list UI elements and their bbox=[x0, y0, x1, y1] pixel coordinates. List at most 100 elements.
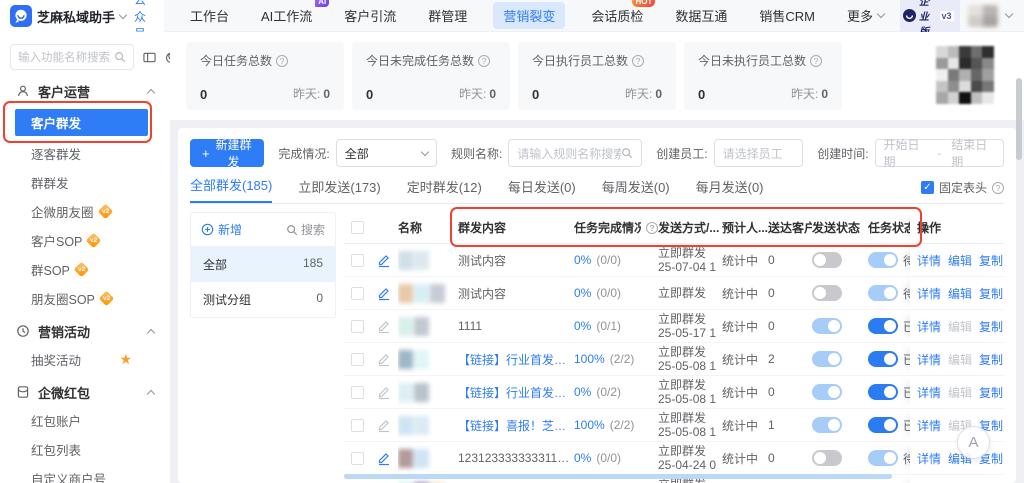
row-checkbox[interactable] bbox=[350, 418, 364, 432]
tab-3[interactable]: 定时群发(12) bbox=[407, 177, 482, 203]
sidebar-item-自定义商户号[interactable]: 自定义商户号 bbox=[15, 466, 148, 483]
edit-pencil-icon[interactable] bbox=[377, 418, 391, 433]
select-all-checkbox[interactable] bbox=[350, 221, 364, 234]
completion-select[interactable]: 全部 bbox=[335, 139, 437, 167]
collapse-chevron-up-icon[interactable] bbox=[146, 389, 156, 398]
action-详情[interactable]: 详情 bbox=[917, 417, 941, 434]
sidebar-item-红包列表[interactable]: 红包列表 bbox=[15, 437, 148, 461]
row-checkbox[interactable] bbox=[350, 319, 364, 333]
completion-percent[interactable]: 0% bbox=[574, 253, 591, 267]
action-详情[interactable]: 详情 bbox=[917, 285, 941, 302]
content-link[interactable]: 【链接】喜报！芝麻... bbox=[458, 417, 574, 434]
completion-percent[interactable]: 100% bbox=[574, 418, 605, 432]
nav-item-6[interactable]: 会话质检 HOT bbox=[591, 0, 656, 25]
action-复制[interactable]: 复制 bbox=[979, 351, 1003, 368]
edit-pencil-icon[interactable] bbox=[377, 286, 391, 301]
send-status-toggle[interactable] bbox=[812, 285, 842, 301]
sidebar-section-2[interactable]: 营销活动 bbox=[16, 320, 156, 342]
collapse-sidebar-icon[interactable] bbox=[143, 51, 156, 64]
sidebar-item-群SOP[interactable]: 群SOP v2 bbox=[15, 257, 148, 281]
completion-percent[interactable]: 0% bbox=[574, 385, 591, 399]
brand-chevron-down-icon[interactable] bbox=[118, 10, 128, 19]
collapse-chevron-up-icon[interactable] bbox=[146, 328, 156, 337]
sidebar-item-群群发[interactable]: 群群发 bbox=[15, 170, 148, 194]
tab-1[interactable]: 全部群发(185) bbox=[190, 175, 273, 203]
tab-5[interactable]: 每周发送(0) bbox=[602, 177, 670, 203]
nav-item-7[interactable]: 数据互通 bbox=[675, 6, 727, 25]
nav-item-5[interactable]: 营销裂变 bbox=[493, 2, 566, 29]
action-编辑[interactable]: 编辑 bbox=[948, 285, 972, 302]
tab-2[interactable]: 立即发送(173) bbox=[298, 177, 380, 203]
fixed-header-option[interactable]: ✓ 固定表头 ? bbox=[920, 179, 1004, 203]
send-status-toggle[interactable] bbox=[812, 252, 842, 268]
group-search-button[interactable]: 搜索 bbox=[286, 221, 325, 238]
tab-4[interactable]: 每日发送(0) bbox=[508, 177, 576, 203]
horizontal-scrollbar[interactable] bbox=[344, 474, 892, 479]
sidebar-item-客户群发[interactable]: 客户群发 bbox=[3, 101, 152, 143]
rule-name-input[interactable]: 请输入规则名称搜索 bbox=[508, 139, 643, 167]
task-status-toggle[interactable] bbox=[868, 252, 898, 268]
edit-pencil-icon[interactable] bbox=[377, 451, 391, 466]
user-avatar[interactable] bbox=[967, 4, 998, 27]
task-status-toggle[interactable] bbox=[868, 318, 898, 334]
action-编辑[interactable]: 编辑 bbox=[948, 351, 972, 368]
sidebar-item-抽奖活动[interactable]: 抽奖活动 ★ bbox=[15, 347, 148, 371]
sidebar-item-客户SOP[interactable]: 客户SOP v2 bbox=[15, 228, 148, 252]
nav-item-9[interactable]: 更多 bbox=[847, 6, 886, 25]
collapse-chevron-up-icon[interactable] bbox=[146, 88, 156, 97]
account-chevron-down-icon[interactable] bbox=[1004, 9, 1014, 19]
send-status-toggle[interactable] bbox=[812, 450, 842, 466]
nav-item-3[interactable]: 客户引流 bbox=[344, 6, 396, 25]
nav-item-2[interactable]: AI工作流 AI bbox=[261, 0, 330, 25]
sidebar-item-红包账户[interactable]: 红包账户 bbox=[15, 408, 148, 432]
sidebar-item-企微朋友圈[interactable]: 企微朋友圈 v2 bbox=[15, 199, 148, 223]
row-checkbox[interactable] bbox=[350, 385, 364, 399]
action-详情[interactable]: 详情 bbox=[917, 318, 941, 335]
action-详情[interactable]: 详情 bbox=[917, 351, 941, 368]
edit-pencil-icon[interactable] bbox=[377, 385, 391, 400]
group-item-全部[interactable]: 全部 185 bbox=[191, 247, 335, 282]
group-item-测试分组[interactable]: 测试分组 0 bbox=[191, 282, 335, 317]
action-详情[interactable]: 详情 bbox=[917, 450, 941, 467]
content-link[interactable]: 【链接】行业首发丨... bbox=[458, 384, 574, 401]
tab-6[interactable]: 每月发送(0) bbox=[696, 177, 764, 203]
row-checkbox[interactable] bbox=[350, 253, 364, 267]
action-复制[interactable]: 复制 bbox=[979, 285, 1003, 302]
edit-pencil-icon[interactable] bbox=[377, 319, 391, 334]
edit-pencil-icon[interactable] bbox=[377, 352, 391, 367]
task-status-toggle[interactable] bbox=[868, 450, 898, 466]
send-status-toggle[interactable] bbox=[812, 384, 842, 400]
send-status-toggle[interactable] bbox=[812, 351, 842, 367]
sidebar-search-input[interactable]: 输入功能名称搜索 bbox=[10, 44, 134, 70]
action-复制[interactable]: 复制 bbox=[979, 318, 1003, 335]
content-link[interactable]: 【链接】行业首发丨... bbox=[458, 351, 574, 368]
action-复制[interactable]: 复制 bbox=[979, 252, 1003, 269]
row-checkbox[interactable] bbox=[350, 352, 364, 366]
vertical-scrollbar[interactable] bbox=[1016, 72, 1022, 483]
completion-percent[interactable]: 0% bbox=[574, 286, 591, 300]
nav-item-8[interactable]: 销售CRM bbox=[759, 6, 815, 25]
row-checkbox[interactable] bbox=[350, 451, 364, 465]
floating-assistant-button[interactable]: A bbox=[957, 426, 990, 459]
action-详情[interactable]: 详情 bbox=[917, 384, 941, 401]
new-broadcast-button[interactable]: + 新建群发 bbox=[190, 138, 265, 169]
sidebar-item-朋友圈SOP[interactable]: 朋友圈SOP v2 bbox=[15, 286, 148, 310]
task-status-toggle[interactable] bbox=[868, 417, 898, 433]
completion-percent[interactable]: 100% bbox=[574, 352, 605, 366]
send-status-toggle[interactable] bbox=[812, 318, 842, 334]
sidebar-section-3[interactable]: 企微红包 bbox=[16, 381, 156, 403]
completion-percent[interactable]: 0% bbox=[574, 319, 591, 333]
action-编辑[interactable]: 编辑 bbox=[948, 252, 972, 269]
action-复制[interactable]: 复制 bbox=[979, 384, 1003, 401]
nav-item-1[interactable]: 工作台 bbox=[190, 6, 229, 25]
date-range-picker[interactable]: 开始日期 - 结束日期 bbox=[874, 138, 1004, 169]
action-编辑[interactable]: 编辑 bbox=[948, 384, 972, 401]
add-group-button[interactable]: 新增 bbox=[201, 221, 242, 238]
action-详情[interactable]: 详情 bbox=[917, 252, 941, 269]
nav-item-4[interactable]: 群管理 bbox=[428, 6, 467, 25]
completion-percent[interactable]: 0% bbox=[574, 451, 591, 465]
sidebar-section-1[interactable]: 客户运营 bbox=[16, 80, 156, 102]
creator-select[interactable]: 请选择员工 bbox=[713, 139, 804, 167]
row-checkbox[interactable] bbox=[350, 286, 364, 300]
action-编辑[interactable]: 编辑 bbox=[948, 318, 972, 335]
